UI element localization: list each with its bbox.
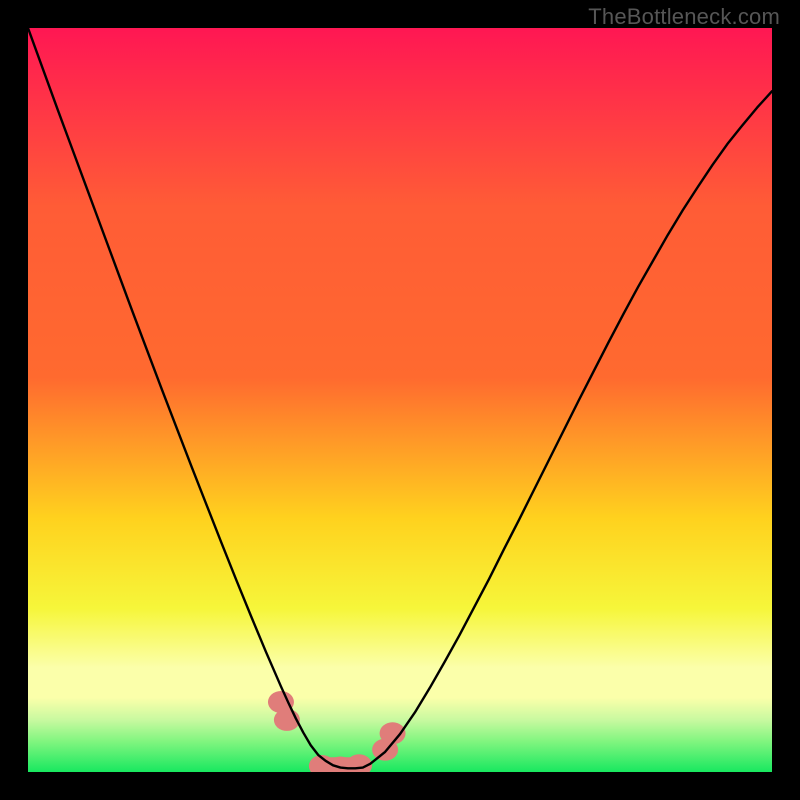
chart-frame: TheBottleneck.com — [0, 0, 800, 800]
plot-area — [28, 28, 772, 772]
bottleneck-curve — [28, 28, 772, 772]
watermark-text: TheBottleneck.com — [588, 4, 780, 30]
